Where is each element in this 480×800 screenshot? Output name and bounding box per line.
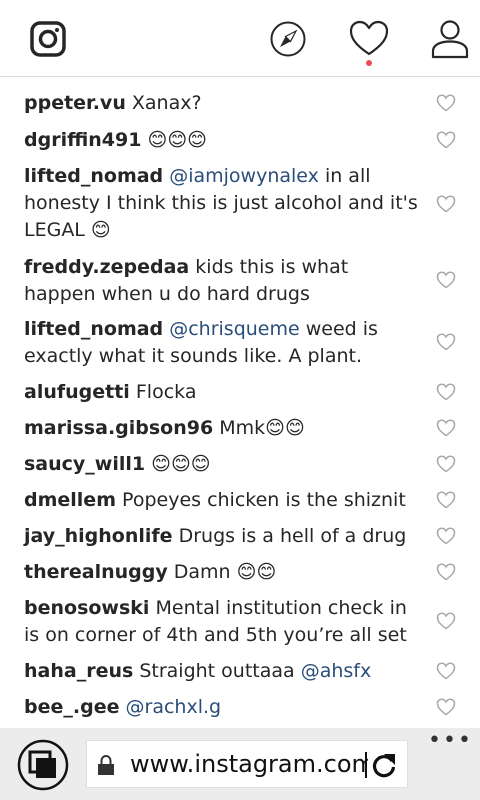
comment-row: alufugetti Flocka (0, 379, 480, 406)
comment-row: bee_.gee @rachxl.g (0, 694, 480, 721)
comment-row: lifted_nomad @iamjowynalex in all honest… (0, 163, 480, 244)
comment-username[interactable]: marissa.gibson96 (24, 417, 213, 439)
comment-mention[interactable]: @rachxl.g (126, 696, 222, 718)
comment-row: marissa.gibson96 Mmk😊😊 (0, 415, 480, 442)
comment-username[interactable]: dmellem (24, 489, 116, 511)
like-heart-icon[interactable] (436, 270, 456, 290)
comment-row: dgriffin491 😊😊😊 (0, 127, 480, 154)
comment-body: 😊😊😊 (145, 453, 211, 475)
comment-text: alufugetti Flocka (24, 379, 420, 406)
lock-icon (98, 754, 114, 775)
instagram-icon[interactable] (29, 20, 67, 58)
comment-body: Mmk😊😊 (213, 417, 305, 439)
comment-text: dgriffin491 😊😊😊 (24, 127, 420, 154)
comment-body: Flocka (129, 381, 197, 403)
like-heart-icon[interactable] (436, 611, 456, 631)
comment-row: jay_highonlife Drugs is a hell of a drug (0, 523, 480, 550)
comment-text: benosowski Mental institution check in i… (24, 595, 420, 649)
like-heart-icon[interactable] (436, 562, 456, 582)
notification-dot (366, 60, 372, 66)
like-heart-icon[interactable] (436, 93, 456, 113)
comment-username[interactable]: dgriffin491 (24, 129, 141, 151)
comment-username[interactable]: lifted_nomad (24, 165, 163, 187)
tabs-icon[interactable] (17, 739, 69, 791)
comment-text: lifted_nomad @chrisqueme weed is exactly… (24, 316, 420, 370)
more-icon[interactable]: ••• (428, 730, 471, 752)
comment-body: 😊😊😊 (141, 129, 207, 151)
comment-text: ppeter.vu Xanax? (24, 90, 420, 117)
comment-username[interactable]: bee_.gee (24, 696, 119, 718)
comment-text: bee_.gee @rachxl.g (24, 694, 420, 721)
like-heart-icon[interactable] (436, 418, 456, 438)
comment-row: ppeter.vu Xanax? (0, 90, 480, 117)
top-nav-bar (0, 0, 480, 77)
refresh-icon[interactable] (370, 751, 398, 779)
comment-body: Damn 😊😊 (167, 561, 277, 583)
comment-username[interactable]: benosowski (24, 597, 149, 619)
comment-username[interactable]: therealnuggy (24, 561, 168, 583)
comment-text: saucy_will1 😊😊😊 (24, 451, 420, 478)
like-heart-icon[interactable] (436, 194, 456, 214)
like-heart-icon[interactable] (436, 382, 456, 402)
comment-text: jay_highonlife Drugs is a hell of a drug (24, 523, 420, 550)
like-heart-icon[interactable] (436, 130, 456, 150)
comments-list: ppeter.vu Xanax? dgriffin491 😊😊😊 lifted_no… (0, 78, 480, 728)
comment-mention[interactable]: @iamjowynalex (169, 165, 319, 187)
comment-username[interactable]: haha_reus (24, 660, 133, 682)
comment-mention[interactable]: @ahsfx (301, 660, 372, 682)
comment-text: dmellem Popeyes chicken is the shiznit (24, 487, 420, 514)
text-cursor (365, 752, 367, 778)
comment-text: haha_reus Straight outtaaa @ahsfx (24, 658, 420, 685)
like-heart-icon[interactable] (436, 332, 456, 352)
comment-username[interactable]: alufugetti (24, 381, 130, 403)
comment-body: Drugs is a hell of a drug (172, 525, 407, 547)
like-heart-icon[interactable] (436, 454, 456, 474)
comment-username[interactable]: freddy.zepedaa (24, 256, 189, 278)
comment-row: lifted_nomad @chrisqueme weed is exactly… (0, 316, 480, 370)
comment-text: lifted_nomad @iamjowynalex in all honest… (24, 163, 420, 244)
comment-row: haha_reus Straight outtaaa @ahsfx (0, 658, 480, 685)
comment-username[interactable]: jay_highonlife (24, 525, 173, 547)
comment-username[interactable]: saucy_will1 (24, 453, 145, 475)
comment-body: Xanax? (125, 92, 202, 114)
url-text[interactable]: www.instagram.com/ (130, 749, 368, 779)
comment-username[interactable]: ppeter.vu (24, 92, 126, 114)
comment-text: therealnuggy Damn 😊😊 (24, 559, 420, 586)
comment-body: Popeyes chicken is the shiznit (116, 489, 406, 511)
explore-icon[interactable] (269, 20, 307, 58)
like-heart-icon[interactable] (436, 490, 456, 510)
like-heart-icon[interactable] (436, 697, 456, 717)
profile-icon[interactable] (430, 18, 470, 60)
like-heart-icon[interactable] (436, 661, 456, 681)
comment-row: benosowski Mental institution check in i… (0, 595, 480, 649)
comment-row: therealnuggy Damn 😊😊 (0, 559, 480, 586)
comment-text: freddy.zepedaa kids this is what happen … (24, 254, 420, 308)
like-heart-icon[interactable] (436, 526, 456, 546)
activity-heart-icon[interactable] (348, 18, 390, 60)
comment-row: saucy_will1 😊😊😊 (0, 451, 480, 478)
comment-body: Straight outtaaa (133, 660, 301, 682)
comment-text: marissa.gibson96 Mmk😊😊 (24, 415, 420, 442)
comment-row: dmellem Popeyes chicken is the shiznit (0, 487, 480, 514)
comment-mention[interactable]: @chrisqueme (169, 318, 299, 340)
comment-row: freddy.zepedaa kids this is what happen … (0, 254, 480, 308)
comment-username[interactable]: lifted_nomad (24, 318, 163, 340)
